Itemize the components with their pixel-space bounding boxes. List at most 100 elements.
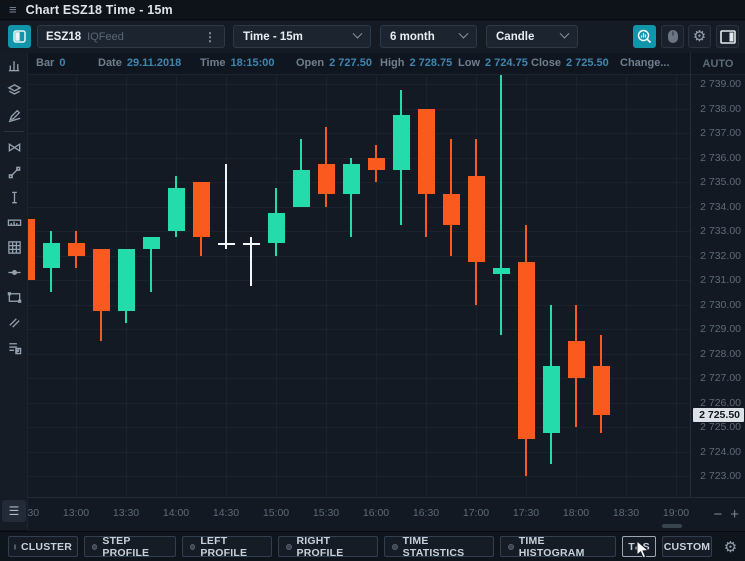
candle-wick <box>500 75 502 335</box>
time-axis[interactable]: 12:3013:0013:3014:0014:3015:0015:3016:00… <box>28 497 690 531</box>
gridline-vertical <box>576 75 577 497</box>
indicator-button-label: RIGHT PROFILE <box>297 535 370 559</box>
candle-18:15[interactable] <box>593 366 610 415</box>
candle-16:15[interactable] <box>393 115 410 170</box>
candle-16:45[interactable] <box>443 194 460 225</box>
chart-type-dropdown[interactable]: Candle <box>486 25 578 48</box>
candle-15:00[interactable] <box>268 213 285 244</box>
candle-15:30[interactable] <box>318 164 335 195</box>
candle-14:00[interactable] <box>168 188 185 231</box>
gridline-vertical <box>676 75 677 497</box>
list-f-tool-button[interactable] <box>0 335 28 360</box>
candle-17:45[interactable] <box>543 366 560 433</box>
instrument-symbol: ESZ18 <box>46 31 81 43</box>
info-open: Open2 727.50 <box>296 57 372 69</box>
time-tick: 17:00 <box>463 507 489 519</box>
indicator-button-time-histogram[interactable]: TIME HISTOGRAM <box>500 536 616 557</box>
range-dropdown[interactable]: 6 month <box>380 25 477 48</box>
object-list-button[interactable]: ☰ <box>2 500 26 522</box>
gridline-vertical <box>376 75 377 497</box>
candle-14:30[interactable] <box>218 243 235 245</box>
indicator-dot-icon <box>14 544 16 550</box>
candle-17:30[interactable] <box>518 262 535 440</box>
parallel-lines-tool-button[interactable] <box>0 310 28 335</box>
time-tick: 18:30 <box>613 507 639 519</box>
zoom-out-button[interactable]: − <box>713 507 722 522</box>
grid-tool-button[interactable] <box>0 235 28 260</box>
last-price-badge: 2 725.50 <box>693 408 744 422</box>
indicator-button-step-profile[interactable]: STEP PROFILE <box>84 536 176 557</box>
price-tick: 2 734.00 <box>700 201 741 213</box>
indicator-button-left-profile[interactable]: LEFT PROFILE <box>182 536 272 557</box>
candle-12:45[interactable] <box>43 243 60 268</box>
histogram-tool-button[interactable] <box>0 53 28 78</box>
info-bar: Bar0 <box>36 57 65 69</box>
price-axis-auto-toggle[interactable]: AUTO <box>690 53 745 75</box>
gridline-horizontal <box>28 378 690 379</box>
candle-15:45[interactable] <box>343 164 360 195</box>
candle-14:15[interactable] <box>193 182 210 237</box>
gridline-horizontal <box>28 452 690 453</box>
candle-17:15[interactable] <box>493 268 510 274</box>
chart-scan-button[interactable] <box>633 25 656 48</box>
layers-tool-button[interactable] <box>0 78 28 103</box>
half-filled-square-icon <box>13 30 26 43</box>
chart-window-button[interactable] <box>8 25 31 48</box>
vertical-range-tool-button[interactable] <box>0 185 28 210</box>
indicator-bar: ⚙ CLUSTER STEP PROFILE LEFT PROFILE RIGHT P… <box>0 531 745 561</box>
gridline-horizontal <box>28 133 690 134</box>
indicator-button-right-profile[interactable]: RIGHT PROFILE <box>278 536 378 557</box>
indicator-dot-icon <box>190 544 195 550</box>
candle-12:30[interactable] <box>28 219 35 280</box>
horizontal-scrollbar-thumb[interactable] <box>662 524 682 528</box>
timeframe-value: Time - 15m <box>243 31 303 43</box>
candle-13:00[interactable] <box>68 243 85 255</box>
gridline-horizontal <box>28 84 690 85</box>
more-options-icon[interactable]: ⋮ <box>204 30 216 44</box>
candle-17:00[interactable] <box>468 176 485 262</box>
candle-14:45[interactable] <box>243 243 260 245</box>
price-tick: 2 733.00 <box>700 225 741 237</box>
zoom-in-button[interactable]: + <box>730 507 739 522</box>
horizontal-line-tool-button[interactable] <box>0 260 28 285</box>
axis-corner: − + <box>690 497 745 531</box>
timeframe-dropdown[interactable]: Time - 15m <box>233 25 371 48</box>
indicator-button-custom[interactable]: CUSTOM <box>662 536 712 557</box>
candle-13:15[interactable] <box>93 249 110 310</box>
trendline-tool-button[interactable] <box>0 160 28 185</box>
rectangle-tool-button[interactable] <box>0 285 28 310</box>
instrument-selector[interactable]: ESZ18 IQFeed ⋮ <box>37 25 225 48</box>
draw-tool-button[interactable] <box>0 103 28 128</box>
indicator-button-label: TIME STATISTICS <box>403 535 486 559</box>
chevron-down-icon <box>459 29 469 39</box>
candle-13:45[interactable] <box>143 237 160 249</box>
layout-panel-button[interactable] <box>716 25 739 48</box>
gridline-horizontal <box>28 403 690 404</box>
candle-18:00[interactable] <box>568 341 585 378</box>
price-tick: 2 739.00 <box>700 78 741 90</box>
time-tick: 13:00 <box>63 507 89 519</box>
candle-16:30[interactable] <box>418 109 435 195</box>
candle-16:00[interactable] <box>368 158 385 170</box>
chevron-down-icon <box>353 29 363 39</box>
settings-button[interactable]: ⚙ <box>688 25 711 48</box>
indicator-button-time-statistics[interactable]: TIME STATISTICS <box>384 536 494 557</box>
candle-15:15[interactable] <box>293 170 310 207</box>
candle-13:30[interactable] <box>118 249 135 310</box>
indicator-settings-button[interactable]: ⚙ <box>720 536 741 557</box>
crosses-tool-button[interactable] <box>0 135 28 160</box>
info-high: High2 728.75 <box>380 57 452 69</box>
window-menu-icon[interactable]: ≡ <box>9 3 17 16</box>
mouse-cursor <box>636 540 650 560</box>
drawing-toolbar: ☰ <box>0 53 28 530</box>
chevron-down-icon <box>560 29 570 39</box>
mouse-settings-button[interactable] <box>661 25 684 48</box>
ruler-tool-button[interactable] <box>0 210 28 235</box>
indicator-button-cluster[interactable]: CLUSTER <box>8 536 78 557</box>
indicator-dot-icon <box>92 544 97 550</box>
price-tick: 2 727.00 <box>700 372 741 384</box>
chart-plot-area[interactable] <box>28 75 690 497</box>
price-axis[interactable]: 2 739.002 738.002 737.002 736.002 735.00… <box>690 75 745 497</box>
info-low: Low2 724.75 <box>458 57 528 69</box>
gridline-horizontal <box>28 476 690 477</box>
